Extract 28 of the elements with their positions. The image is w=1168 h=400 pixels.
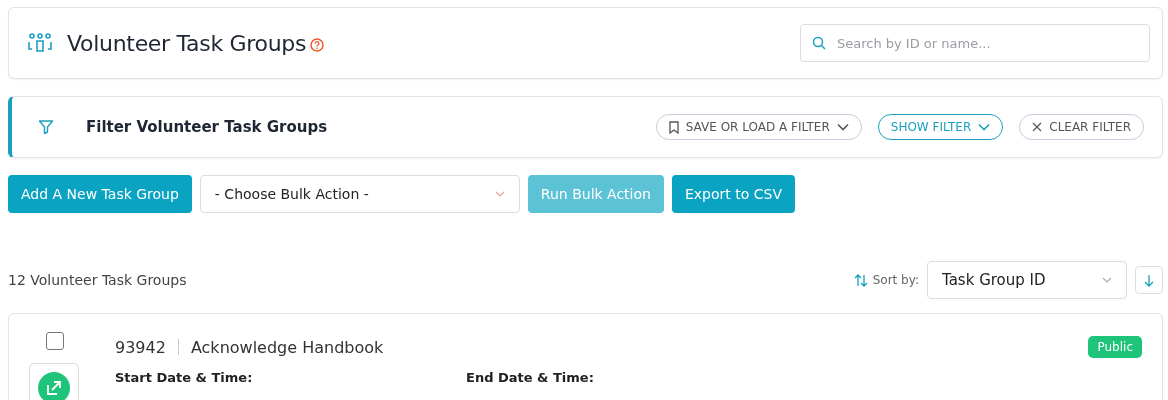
chevron-down-icon <box>1102 277 1112 283</box>
filter-button[interactable]: CLEAR FILTER <box>1019 114 1144 140</box>
arrow-down-icon <box>1144 273 1154 287</box>
sort-direction-button[interactable] <box>1135 266 1163 294</box>
visibility-badge: Public <box>1088 336 1142 358</box>
chevron-down-icon <box>978 123 991 131</box>
chevron-down-icon <box>836 123 849 131</box>
open-link-button[interactable] <box>29 363 79 400</box>
sort-select[interactable]: Task Group ID <box>927 261 1127 299</box>
search-field[interactable]: Search by ID or name... <box>800 24 1150 62</box>
people-group-icon <box>27 33 53 53</box>
checkbox[interactable] <box>46 332 64 350</box>
bookmark-icon <box>668 120 679 134</box>
field-label: Start Date & Time: <box>115 370 254 385</box>
chevron-down-icon <box>494 191 505 197</box>
close-icon <box>1032 122 1043 132</box>
help-icon[interactable] <box>310 38 325 52</box>
page-title: Volunteer Task Groups <box>67 30 307 56</box>
funnel-icon <box>38 119 54 135</box>
filter-title: Filter Volunteer Task Groups <box>86 118 328 136</box>
task-group-name: Acknowledge Handbook <box>190 337 384 357</box>
sort-arrows-icon <box>853 273 868 287</box>
filter-button[interactable]: SAVE OR LOAD A FILTER <box>655 114 862 140</box>
field-label: End Date & Time: <box>466 370 594 385</box>
result-count: 12 Volunteer Task Groups <box>8 272 187 288</box>
sort-label: Sort by: <box>872 273 919 287</box>
bulk-action-select[interactable]: - Choose Bulk Action - <box>199 175 520 213</box>
task-group-id: 93942 <box>115 337 166 357</box>
